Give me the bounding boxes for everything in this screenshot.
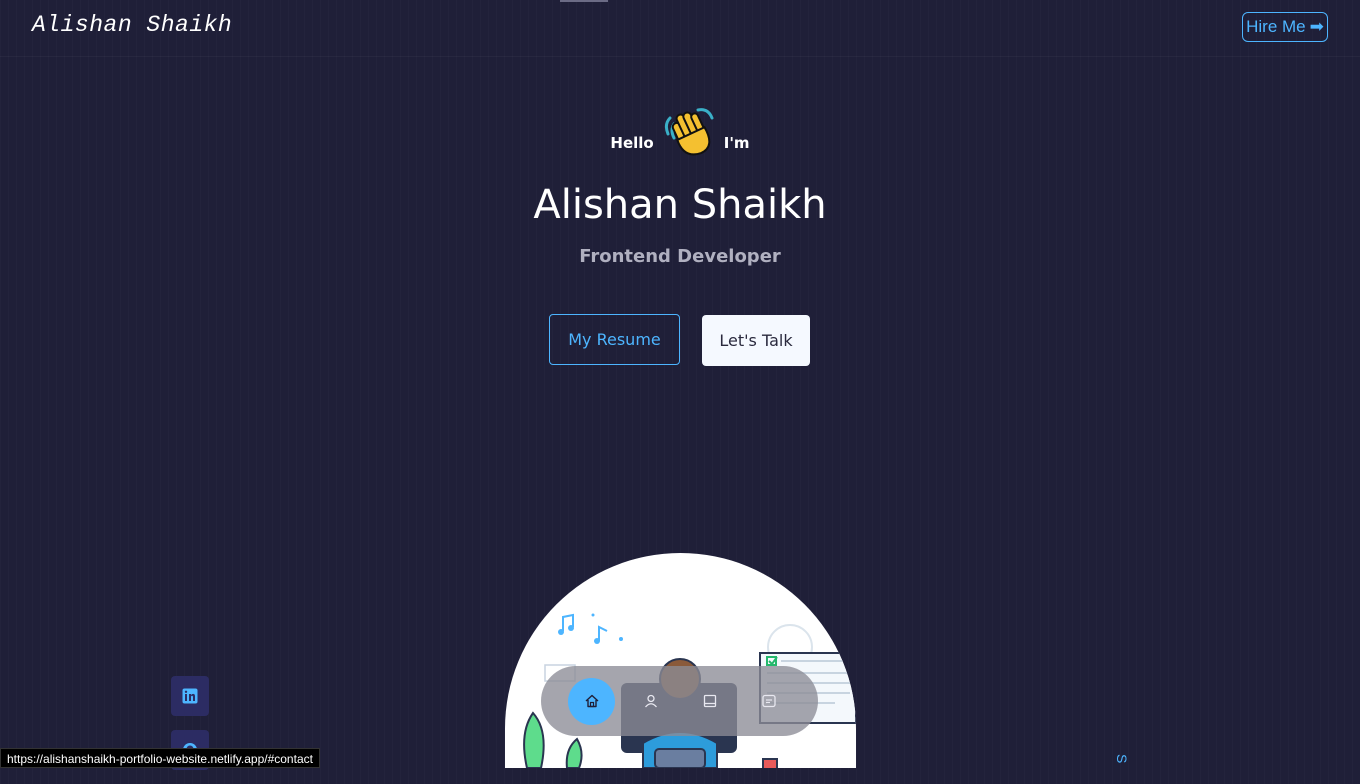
side-scroll-text: S: [1114, 754, 1130, 764]
nav-about-button[interactable]: [627, 678, 674, 725]
navbar: Alishan Shaikh Hire Me ➡: [0, 0, 1360, 57]
user-icon: [644, 694, 657, 708]
book-icon: [703, 694, 716, 708]
top-accent-line: [560, 0, 608, 2]
nav-contact-button[interactable]: [745, 678, 792, 725]
status-bar-url: https://alishanshaikh-portfolio-website.…: [0, 748, 320, 768]
brand-logo[interactable]: Alishan Shaikh: [32, 12, 232, 38]
nav-home-button[interactable]: [568, 677, 615, 725]
hero-role: Frontend Developer: [579, 246, 781, 267]
arrow-right-icon: ➡: [1309, 17, 1324, 36]
bottom-nav: [541, 666, 818, 736]
message-icon: [761, 694, 776, 708]
home-icon: [585, 694, 598, 708]
lets-talk-button[interactable]: Let's Talk: [702, 315, 810, 366]
nav-experience-button[interactable]: [686, 678, 733, 725]
greeting: Hello I'm: [0, 104, 1360, 160]
hello-text: Hello: [610, 134, 654, 152]
my-resume-button[interactable]: My Resume: [549, 314, 680, 365]
waving-hand-icon: [664, 108, 714, 156]
hire-me-label: Hire Me: [1246, 17, 1306, 36]
hire-me-button[interactable]: Hire Me ➡: [1242, 12, 1328, 42]
linkedin-icon: [182, 688, 198, 704]
linkedin-button[interactable]: [171, 676, 209, 716]
im-text: I'm: [723, 134, 750, 152]
hero-name: Alishan Shaikh: [533, 182, 827, 228]
